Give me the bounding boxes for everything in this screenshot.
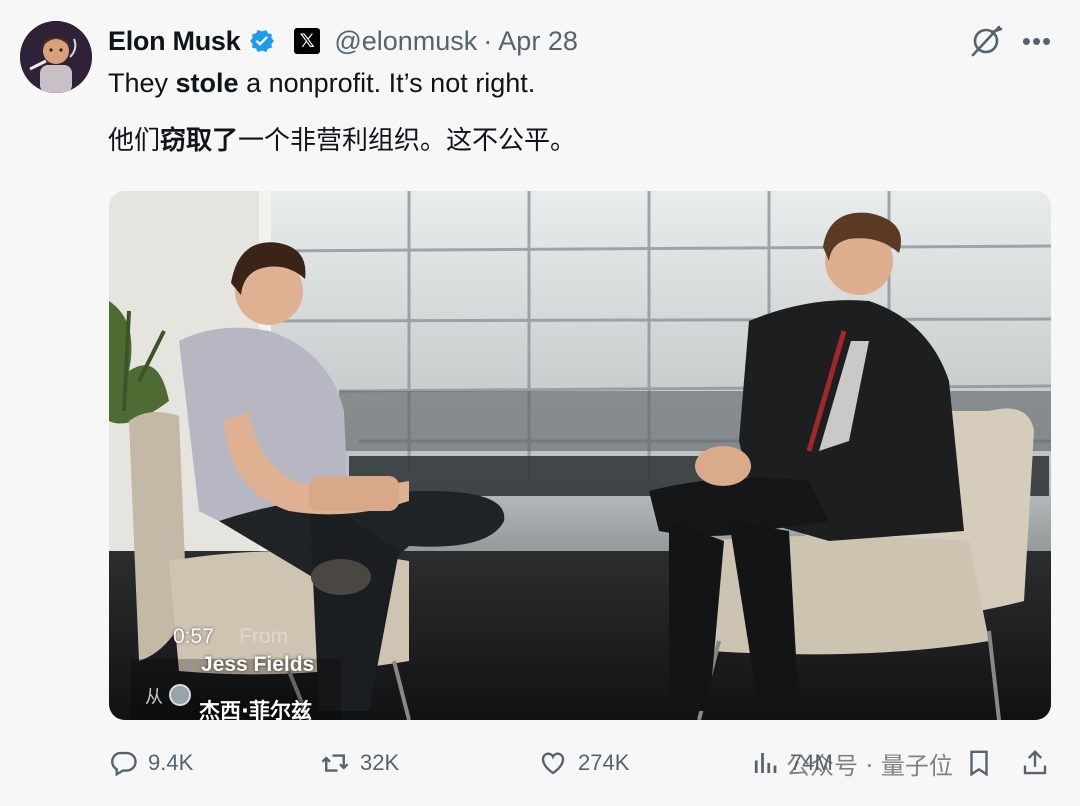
- text-zh-bold: 窃取了: [160, 126, 239, 156]
- x-badge-icon: 𝕏: [294, 28, 321, 54]
- share-icon: [1023, 750, 1047, 775]
- repost-button[interactable]: 32K: [320, 742, 399, 784]
- like-button[interactable]: 274K: [538, 742, 629, 784]
- repost-count: 32K: [360, 750, 400, 775]
- video-from-name[interactable]: Jess Fields: [201, 653, 314, 677]
- video-subtitle: 杰西·菲尔兹: [199, 699, 312, 720]
- text-zh-pre: 他们: [108, 126, 161, 156]
- video-player[interactable]: 0:57 From Jess Fields 从 杰西·菲尔兹: [109, 191, 1051, 720]
- author-name[interactable]: Elon Musk: [108, 26, 241, 57]
- like-icon: [541, 752, 565, 775]
- repost-icon: [321, 754, 349, 772]
- text-en-pre: They: [108, 68, 176, 98]
- text-zh-post: 一个非营利组织。这不公平。: [238, 126, 577, 156]
- tweet-header: Elon Musk 𝕏 @elonmusk · Apr 28: [108, 24, 578, 58]
- tweet-text-en: They stole a nonprofit. It’s not right.: [108, 68, 535, 99]
- text-en-post: a nonprofit. It’s not right.: [238, 68, 536, 98]
- video-from-glyph: 从: [145, 687, 163, 708]
- avatar[interactable]: [20, 21, 92, 93]
- video-timestamp: 0:57: [173, 625, 214, 648]
- video-from-label: From: [239, 625, 288, 648]
- video-from-avatar[interactable]: [169, 684, 191, 706]
- bookmark-icon: [970, 750, 988, 777]
- share-button[interactable]: [1020, 742, 1060, 784]
- reply-icon: [111, 751, 137, 777]
- verified-icon: [250, 30, 275, 52]
- grok-icon[interactable]: [968, 24, 1004, 58]
- separator: ·: [483, 25, 493, 56]
- views-icon: [754, 753, 777, 773]
- tweet-text-zh: 他们窃取了一个非营利组织。这不公平。: [108, 120, 576, 157]
- bookmark-button[interactable]: [964, 742, 1004, 784]
- author-handle[interactable]: @elonmusk: [334, 26, 477, 57]
- tweet-date[interactable]: Apr 28: [498, 26, 578, 57]
- reply-button[interactable]: 9.4K: [108, 742, 193, 784]
- more-icon[interactable]: •••: [1020, 26, 1054, 56]
- like-count: 274K: [578, 750, 630, 775]
- watermark: 公众号 · 量子位: [786, 751, 953, 780]
- tweet: Elon Musk 𝕏 @elonmusk · Apr 28 ••• They …: [0, 0, 1080, 806]
- text-en-bold: stole: [175, 68, 239, 98]
- reply-count: 9.4K: [148, 750, 194, 775]
